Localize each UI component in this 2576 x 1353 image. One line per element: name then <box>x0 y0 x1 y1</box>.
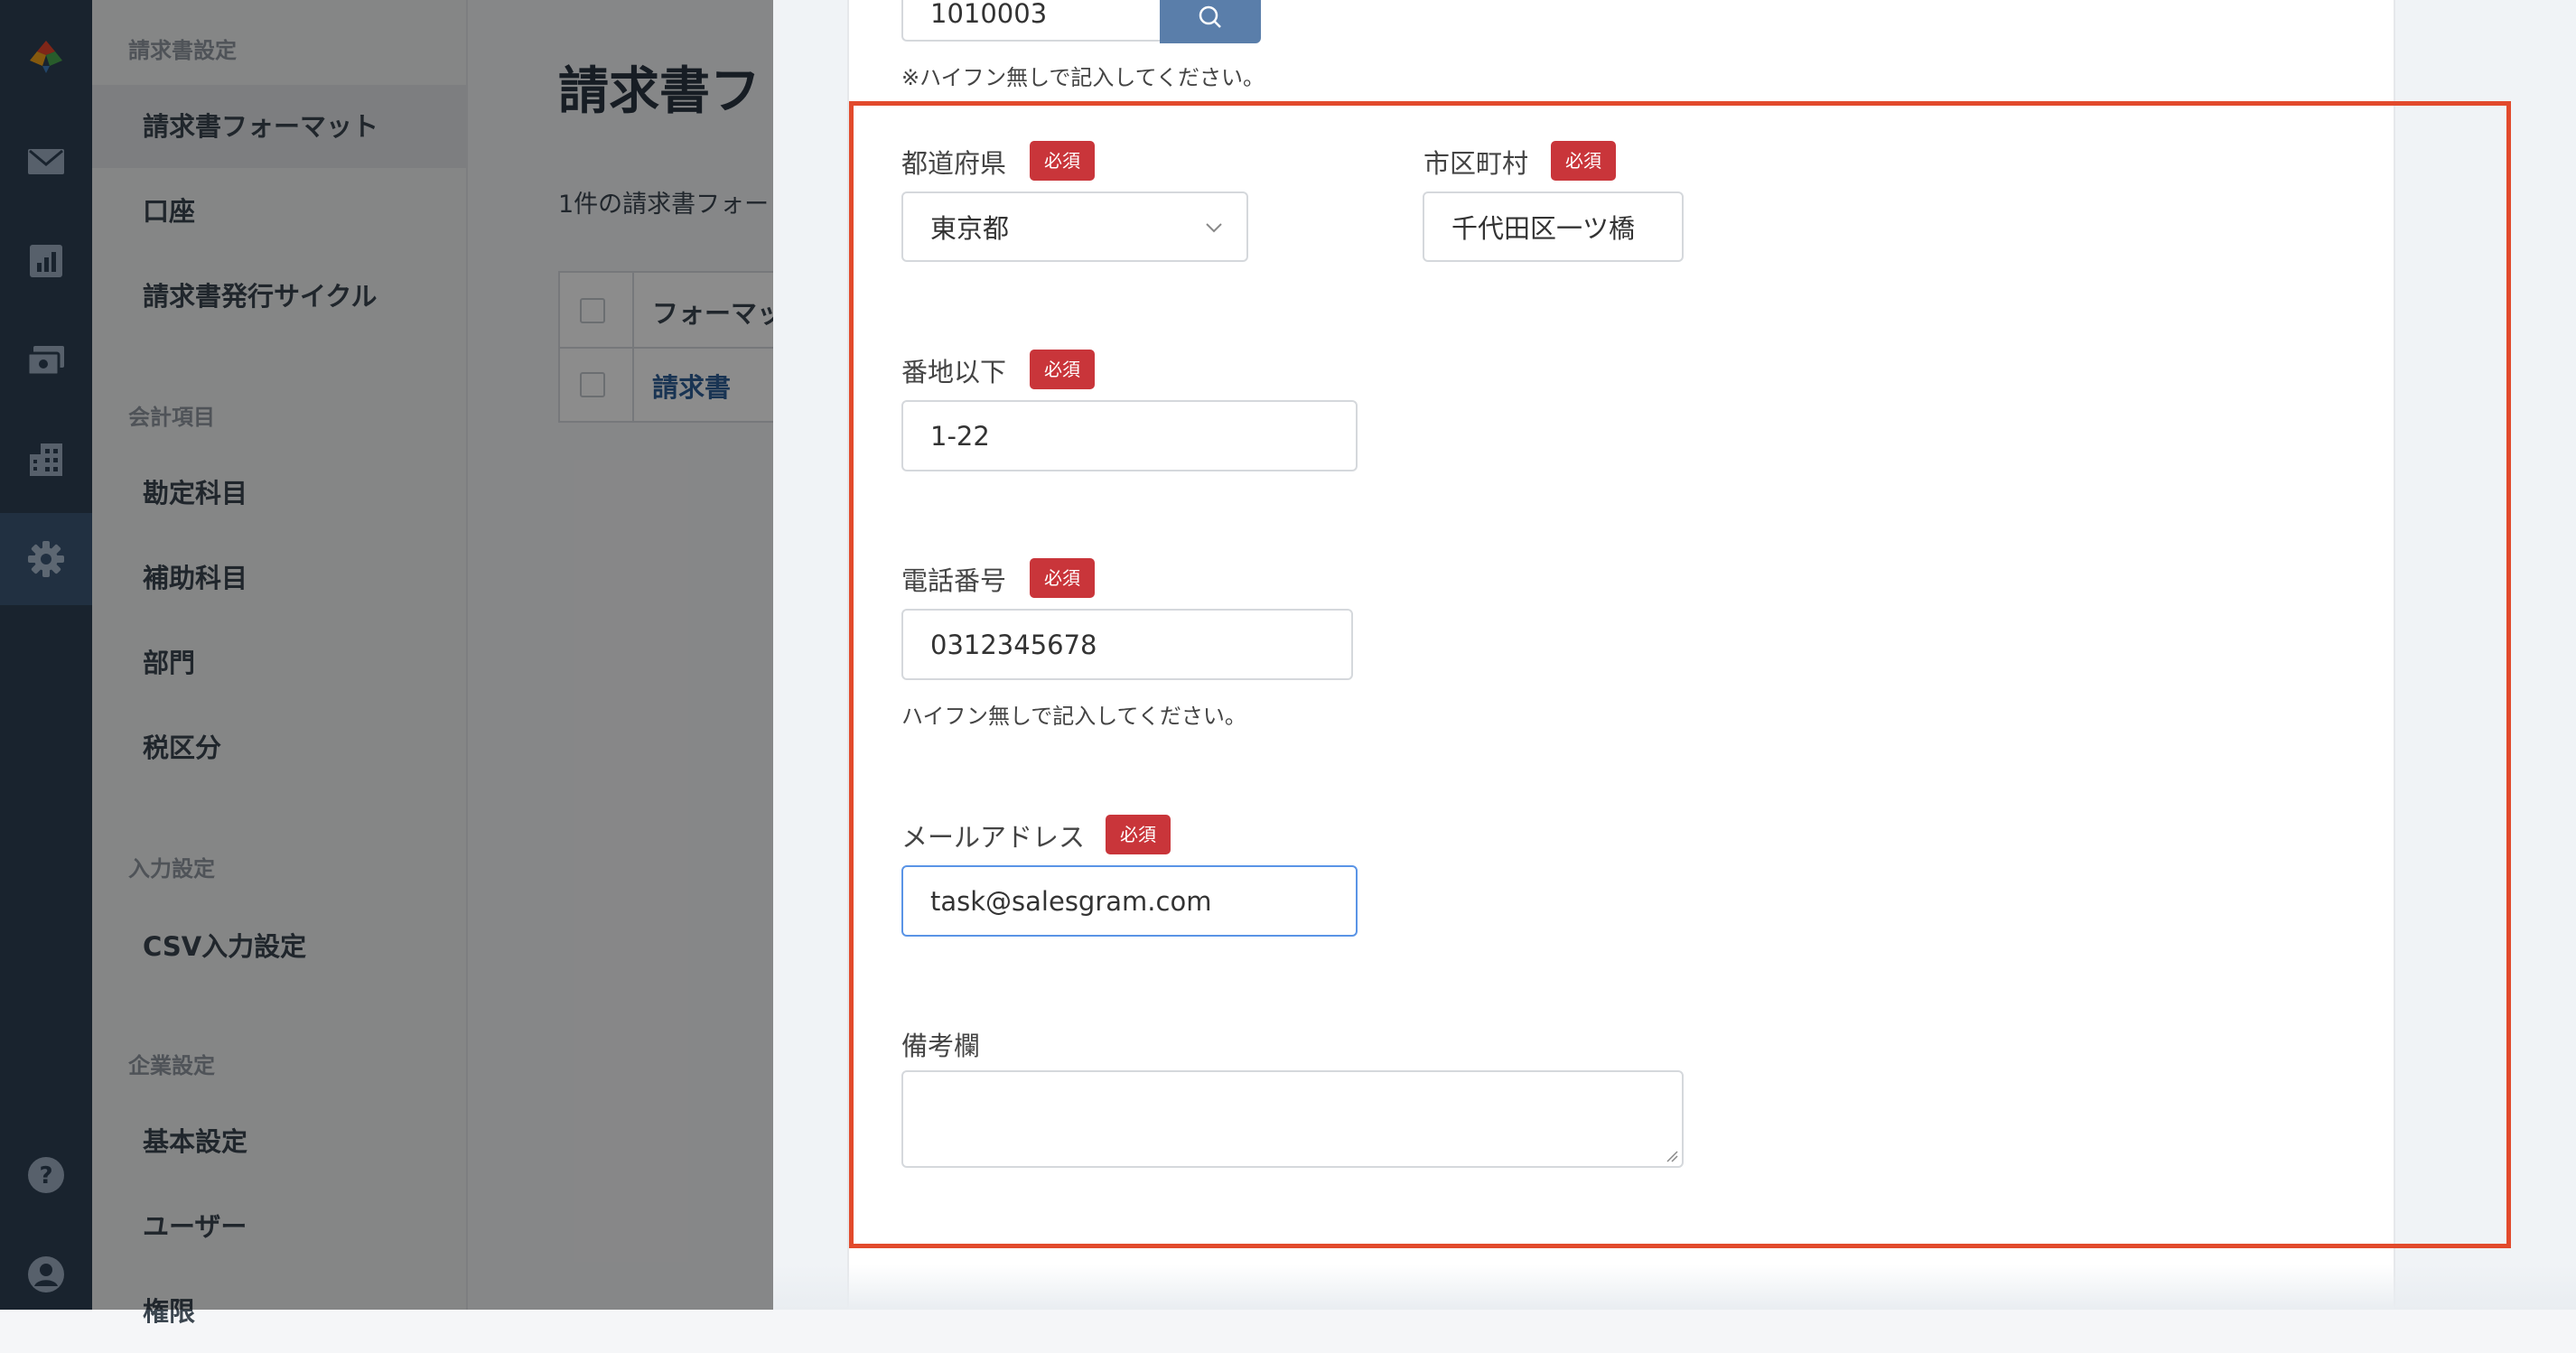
required-badge: 必須 <box>1551 141 1616 181</box>
resize-handle-icon[interactable] <box>1664 1148 1678 1162</box>
address-label: 番地以下 <box>901 357 1007 387</box>
search-icon <box>1199 5 1221 28</box>
required-badge: 必須 <box>1106 815 1171 854</box>
address-input[interactable]: 1-22 <box>901 400 1358 471</box>
prefecture-label: 都道府県 <box>901 148 1007 179</box>
prefecture-value: 東京都 <box>930 213 1010 244</box>
city-input[interactable]: 千代田区一ツ橋 <box>1423 191 1684 262</box>
phone-label: 電話番号 <box>901 565 1007 596</box>
email-input[interactable]: task@salesgram.com <box>901 865 1358 937</box>
postal-code-input[interactable]: 1010003 <box>901 0 1160 42</box>
phone-value: 0312345678 <box>930 629 1097 660</box>
required-badge: 必須 <box>1030 558 1095 598</box>
email-label: メールアドレス <box>901 822 1086 853</box>
email-value: task@salesgram.com <box>930 885 1212 917</box>
required-badge: 必須 <box>1030 350 1095 389</box>
address-value: 1-22 <box>930 420 990 452</box>
remarks-label: 備考欄 <box>901 1031 981 1061</box>
drawer-footer-shadow <box>773 1264 2576 1310</box>
postal-search-button[interactable] <box>1160 0 1261 43</box>
remarks-textarea[interactable] <box>901 1070 1684 1168</box>
required-badge: 必須 <box>1030 141 1095 181</box>
prefecture-select[interactable]: 東京都 <box>901 191 1248 262</box>
chevron-down-icon <box>1206 223 1222 233</box>
postal-hint: ※ハイフン無しで記入してください。 <box>901 65 1265 90</box>
city-label: 市区町村 <box>1423 148 1529 179</box>
city-value: 千代田区一ツ橋 <box>1451 213 1636 244</box>
phone-input[interactable]: 0312345678 <box>901 609 1353 680</box>
phone-hint: ハイフン無しで記入してください。 <box>901 704 1246 729</box>
